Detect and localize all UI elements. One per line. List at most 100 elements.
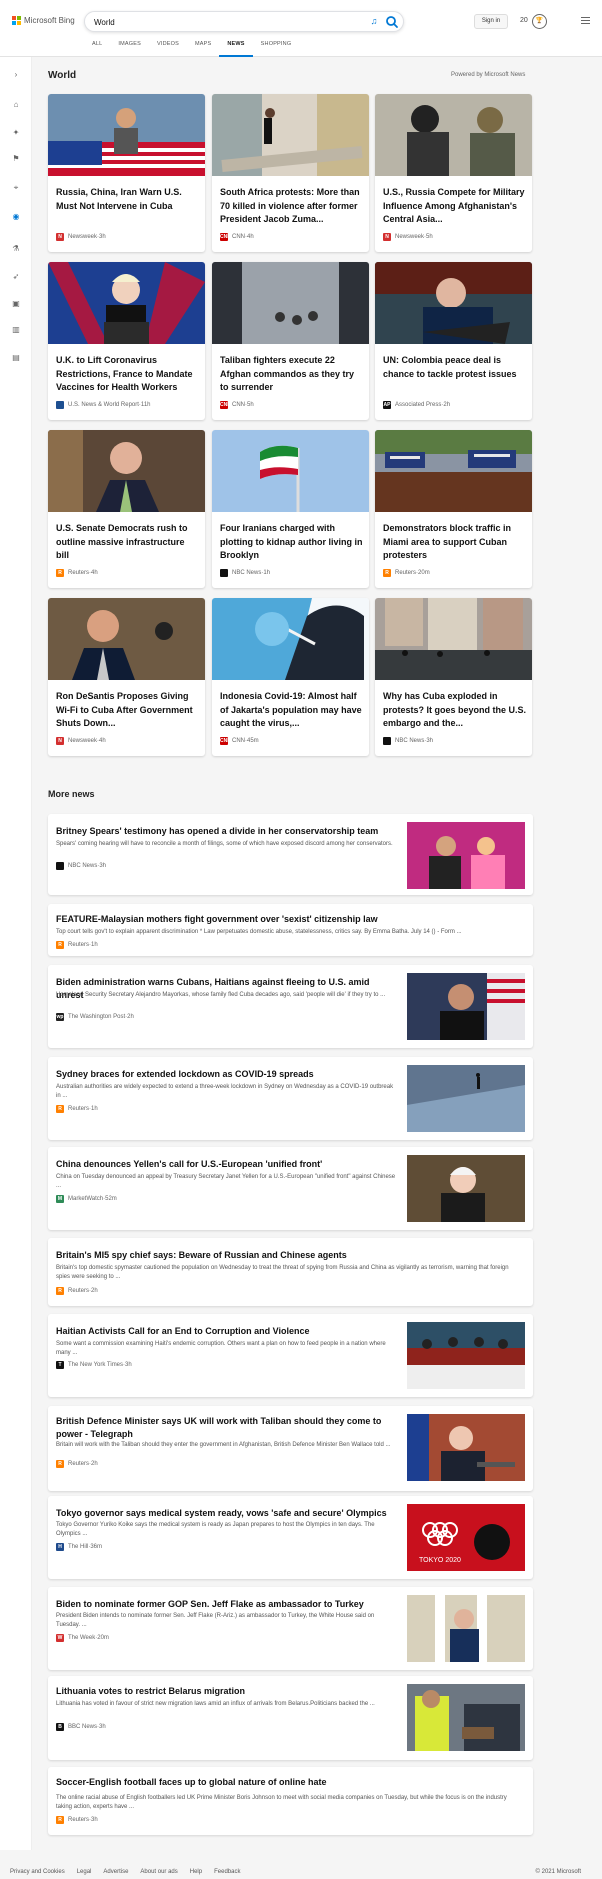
more-news-item[interactable]: Haitian Activists Call for an End to Cor… xyxy=(48,1314,533,1397)
more-news-title[interactable]: Lithuania votes to restrict Belarus migr… xyxy=(56,1685,399,1698)
more-news-source[interactable]: wp The Washington Post · 2h xyxy=(56,1013,134,1021)
ai-icon[interactable]: ✦ xyxy=(10,127,22,139)
more-news-item[interactable]: Biden administration warns Cubans, Haiti… xyxy=(48,965,533,1048)
more-news-title[interactable]: Haitian Activists Call for an End to Cor… xyxy=(56,1325,399,1338)
news-card-title[interactable]: Russia, China, Iran Warn U.S. Must Not I… xyxy=(56,186,199,213)
tab-shopping[interactable]: SHOPPING xyxy=(253,41,300,57)
news-card[interactable]: U.S., Russia Compete for Military Influe… xyxy=(375,94,532,252)
more-news-source[interactable]: M MarketWatch · 52m xyxy=(56,1195,117,1203)
more-news-image[interactable] xyxy=(407,822,525,889)
footer-link[interactable]: Legal xyxy=(77,1869,92,1875)
news-card-source[interactable]: R Reuters · 4h xyxy=(56,568,98,577)
menu-icon[interactable] xyxy=(581,17,590,25)
more-news-image[interactable] xyxy=(407,1595,525,1662)
more-news-title[interactable]: China denounces Yellen's call for U.S.-E… xyxy=(56,1158,399,1171)
news-card-image[interactable] xyxy=(212,94,369,176)
tab-all[interactable]: ALL xyxy=(84,41,110,57)
more-news-title[interactable]: Biden to nominate former GOP Sen. Jeff F… xyxy=(56,1598,399,1611)
more-news-source[interactable]: R Reuters · 1h xyxy=(56,941,98,949)
more-news-source[interactable]: NBC News · 3h xyxy=(56,862,106,870)
news-card-image[interactable] xyxy=(375,262,532,344)
news-card[interactable]: South Africa protests: More than 70 kill… xyxy=(212,94,369,252)
more-news-image[interactable]: TOKYO 2020 xyxy=(407,1504,525,1571)
more-news-image[interactable] xyxy=(407,973,525,1040)
news-card-title[interactable]: UN: Colombia peace deal is chance to tac… xyxy=(383,354,526,381)
news-card[interactable]: U.S. Senate Democrats rush to outline ma… xyxy=(48,430,205,588)
news-card-title[interactable]: Why has Cuba exploded in protests? It go… xyxy=(383,690,526,731)
tab-videos[interactable]: VIDEOS xyxy=(149,41,187,57)
footer-link[interactable]: About our ads xyxy=(140,1869,177,1875)
news-card-source[interactable]: AP Associated Press · 2h xyxy=(383,400,450,409)
search-icon[interactable] xyxy=(385,15,399,29)
tab-news[interactable]: NEWS xyxy=(219,41,253,57)
more-news-image[interactable] xyxy=(407,1065,525,1132)
news-card-image[interactable] xyxy=(212,598,369,680)
news-card-source[interactable]: CNN CNN · 5h xyxy=(220,400,254,409)
news-card-title[interactable]: U.K. to Lift Coronavirus Restrictions, F… xyxy=(56,354,199,395)
bing-logo[interactable]: Microsoft Bing xyxy=(12,16,75,25)
news-card-title[interactable]: Taliban fighters execute 22 Afghan comma… xyxy=(220,354,363,395)
news-card[interactable]: Taliban fighters execute 22 Afghan comma… xyxy=(212,262,369,420)
tv-icon[interactable]: ▣ xyxy=(10,298,22,310)
news-card-image[interactable] xyxy=(375,430,532,512)
signin-button[interactable]: Sign in xyxy=(474,14,508,29)
news-card-title[interactable]: Ron DeSantis Proposes Giving Wi-Fi to Cu… xyxy=(56,690,199,731)
news-card-title[interactable]: U.S., Russia Compete for Military Influe… xyxy=(383,186,526,227)
more-news-source[interactable]: R Reuters · 1h xyxy=(56,1105,98,1113)
more-news-source[interactable]: R Reuters · 3h xyxy=(56,1816,98,1824)
news-card[interactable]: Indonesia Covid-19: Almost half of Jakar… xyxy=(212,598,369,756)
news-card-image[interactable] xyxy=(375,598,532,680)
home-icon[interactable]: ⌂ xyxy=(10,99,22,111)
news-card[interactable]: UN: Colombia peace deal is chance to tac… xyxy=(375,262,532,420)
more-news-image[interactable] xyxy=(407,1414,525,1481)
more-news-item[interactable]: China denounces Yellen's call for U.S.-E… xyxy=(48,1147,533,1230)
news-card-image[interactable] xyxy=(375,94,532,176)
more-news-image[interactable] xyxy=(407,1322,525,1389)
more-news-title[interactable]: Sydney braces for extended lockdown as C… xyxy=(56,1068,399,1081)
more-news-source[interactable]: T The New York Times · 3h xyxy=(56,1361,132,1369)
more-news-item[interactable]: British Defence Minister says UK will wo… xyxy=(48,1406,533,1491)
more-news-item[interactable]: Britney Spears' testimony has opened a d… xyxy=(48,814,533,895)
news-card-source[interactable]: N Newsweek · 4h xyxy=(56,736,106,745)
business-icon[interactable]: ▥ xyxy=(10,324,22,336)
more-news-source[interactable]: B BBC News · 3h xyxy=(56,1723,106,1731)
news-card-image[interactable] xyxy=(48,430,205,512)
location-icon[interactable]: ⌖ xyxy=(10,182,22,194)
news-card-source[interactable]: NBC News · 3h xyxy=(383,736,433,745)
more-news-source[interactable]: R Reuters · 2h xyxy=(56,1460,98,1468)
more-news-title[interactable]: Tokyo governor says medical system ready… xyxy=(56,1507,399,1520)
more-news-item[interactable]: Tokyo governor says medical system ready… xyxy=(48,1496,533,1579)
news-card[interactable]: Four Iranians charged with plotting to k… xyxy=(212,430,369,588)
news-card-title[interactable]: Four Iranians charged with plotting to k… xyxy=(220,522,363,563)
footer-link[interactable]: Feedback xyxy=(214,1869,240,1875)
search-input[interactable] xyxy=(94,15,344,29)
more-news-title[interactable]: Britain's MI5 spy chief says: Beware of … xyxy=(56,1249,524,1262)
footer-link[interactable]: Advertise xyxy=(103,1869,128,1875)
news-card[interactable]: U.K. to Lift Coronavirus Restrictions, F… xyxy=(48,262,205,420)
tab-images[interactable]: IMAGES xyxy=(110,41,149,57)
search-box[interactable]: ♫ xyxy=(84,11,404,32)
more-news-title[interactable]: FEATURE-Malaysian mothers fight governme… xyxy=(56,913,524,926)
more-news-image[interactable] xyxy=(407,1684,525,1751)
rocket-icon[interactable]: ➶ xyxy=(10,271,22,283)
news-card[interactable]: Ron DeSantis Proposes Giving Wi-Fi to Cu… xyxy=(48,598,205,756)
rewards-icon[interactable]: 🏆 xyxy=(532,14,547,29)
more-news-item[interactable]: Biden to nominate former GOP Sen. Jeff F… xyxy=(48,1587,533,1670)
news-card-source[interactable]: NBC News · 1h xyxy=(220,568,270,577)
more-news-source[interactable]: H The Hill · 36m xyxy=(56,1543,102,1551)
more-news-title[interactable]: Soccer-English football faces up to glob… xyxy=(56,1776,524,1789)
news-card-image[interactable] xyxy=(48,598,205,680)
flag-icon[interactable]: ⚑ xyxy=(10,153,22,165)
news-card-title[interactable]: U.S. Senate Democrats rush to outline ma… xyxy=(56,522,199,563)
news-card-source[interactable]: CNN CNN · 4h xyxy=(220,232,254,241)
more-news-item[interactable]: Britain's MI5 spy chief says: Beware of … xyxy=(48,1238,533,1306)
more-news-item[interactable]: Sydney braces for extended lockdown as C… xyxy=(48,1057,533,1140)
news-card-source[interactable]: U.S. News & World Report · 11h xyxy=(56,400,151,409)
news-card-source[interactable]: N Newsweek · 5h xyxy=(383,232,433,241)
more-news-title[interactable]: British Defence Minister says UK will wo… xyxy=(56,1415,399,1441)
science-icon[interactable]: ⚗ xyxy=(10,243,22,255)
news-card-title[interactable]: Indonesia Covid-19: Almost half of Jakar… xyxy=(220,690,363,731)
more-news-title[interactable]: Britney Spears' testimony has opened a d… xyxy=(56,825,399,838)
tab-maps[interactable]: MAPS xyxy=(187,41,219,57)
news-card-source[interactable]: N Newsweek · 3h xyxy=(56,232,106,241)
